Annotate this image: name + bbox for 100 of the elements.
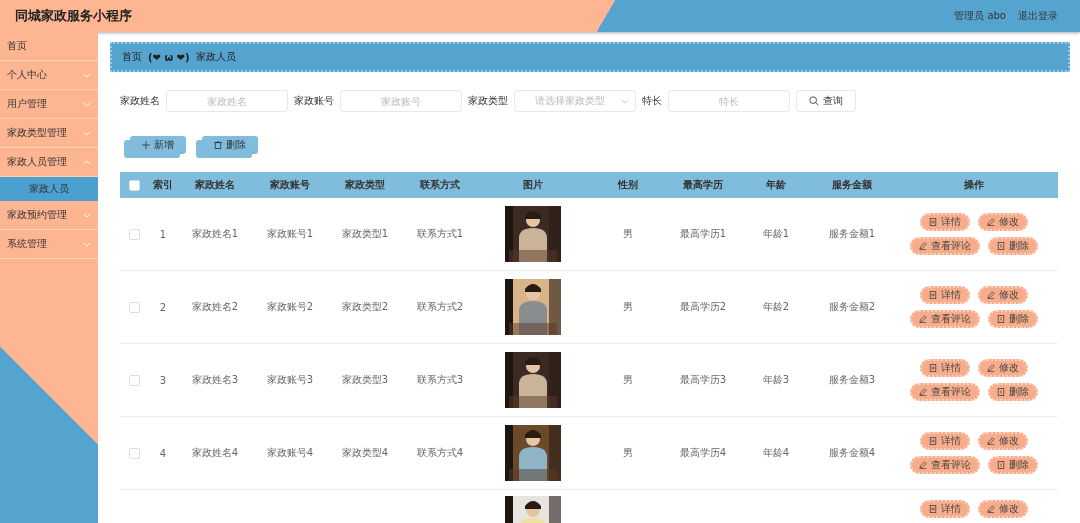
column-header: 家政账号 — [270, 178, 310, 192]
pen-icon — [987, 291, 995, 299]
table-cell: 年龄1 — [762, 227, 790, 241]
row-action-button[interactable]: 详情 — [920, 286, 970, 304]
search-field[interactable]: 家政账号 — [340, 90, 462, 112]
table-cell: 最高学历4 — [679, 446, 727, 460]
row-action-button[interactable]: 查看评论 — [910, 456, 980, 474]
trash-icon — [214, 141, 222, 149]
table-cell: 家政类型3 — [341, 373, 389, 387]
table-cell: 2 — [159, 301, 167, 313]
table-cell: 家政类型1 — [341, 227, 389, 241]
table-cell: 男 — [623, 300, 633, 314]
pen-icon — [919, 461, 927, 469]
table-cell: 家政账号2 — [266, 300, 314, 314]
table-cell: 年龄2 — [762, 300, 790, 314]
document-icon — [929, 364, 937, 372]
row-action-button[interactable]: 修改 — [978, 500, 1028, 518]
app-title: 同城家政服务小程序 — [15, 7, 132, 25]
table-cell: 家政类型4 — [341, 446, 389, 460]
table-cell: 家政账号4 — [266, 446, 314, 460]
row-action-button[interactable]: 删除 — [988, 237, 1038, 255]
row-checkbox[interactable] — [128, 374, 140, 386]
table-cell: 联系方式4 — [416, 446, 464, 460]
table-cell: 年龄4 — [762, 446, 790, 460]
caret-icon — [621, 98, 629, 104]
trash-icon — [997, 315, 1005, 323]
column-header: 服务金额 — [832, 178, 872, 192]
row-action-button[interactable]: 修改 — [978, 286, 1028, 304]
table-cell: 男 — [623, 446, 633, 460]
column-header: 图片 — [523, 178, 543, 192]
row-action-button[interactable]: 查看评论 — [910, 383, 980, 401]
table-cell: 年龄3 — [762, 373, 790, 387]
table-cell: 家政姓名4 — [191, 446, 239, 460]
column-header: 家政姓名 — [195, 178, 235, 192]
plus-icon — [142, 141, 150, 149]
table-cell: 服务金额2 — [828, 300, 876, 314]
field-label: 家政类型 — [468, 94, 508, 108]
search-field[interactable]: 特长 — [668, 90, 790, 112]
table-cell: 家政类型2 — [341, 300, 389, 314]
row-action-button[interactable]: 删除 — [988, 456, 1038, 474]
row-action-button[interactable]: 详情 — [920, 432, 970, 450]
pen-icon — [919, 388, 927, 396]
row-action-button[interactable]: 详情 — [920, 500, 970, 518]
logout-link[interactable]: 退出登录 — [1018, 9, 1058, 23]
table-cell: 服务金额4 — [828, 446, 876, 460]
row-action-button[interactable]: 详情 — [920, 213, 970, 231]
column-header: 家政类型 — [345, 178, 385, 192]
search-icon — [809, 96, 819, 106]
column-header: 操作 — [964, 178, 984, 192]
row-action-button[interactable]: 修改 — [978, 213, 1028, 231]
table-cell: 联系方式3 — [416, 373, 464, 387]
table-cell: 最高学历3 — [679, 373, 727, 387]
column-header: 性别 — [618, 178, 638, 192]
column-header: 最高学历 — [683, 178, 723, 192]
breadcrumb-separator: (❤ ω ❤) — [148, 51, 190, 63]
pen-icon — [987, 218, 995, 226]
select-all-checkbox[interactable] — [128, 179, 140, 191]
table-cell: 4 — [159, 447, 167, 459]
table-cell: 家政姓名1 — [191, 227, 239, 241]
row-action-button[interactable]: 查看评论 — [910, 310, 980, 328]
field-label: 家政账号 — [294, 94, 334, 108]
table-cell: 联系方式2 — [416, 300, 464, 314]
table-cell: 3 — [159, 374, 167, 386]
row-action-button[interactable]: 删除 — [988, 310, 1038, 328]
table-cell: 最高学历2 — [679, 300, 727, 314]
document-icon — [929, 437, 937, 445]
row-action-button[interactable]: 修改 — [978, 359, 1028, 377]
table-cell: 家政账号1 — [266, 227, 314, 241]
sidebar-subitem[interactable]: 家政人员 — [0, 177, 98, 201]
table-cell: 服务金额1 — [828, 227, 876, 241]
table-cell: 家政姓名2 — [191, 300, 239, 314]
column-header: 联系方式 — [420, 178, 460, 192]
row-action-button[interactable]: 修改 — [978, 432, 1028, 450]
field-label: 家政姓名 — [120, 94, 160, 108]
document-icon — [929, 505, 937, 513]
admin-user-label: 管理员 abo — [954, 9, 1006, 23]
row-checkbox[interactable] — [128, 301, 140, 313]
table-cell: 服务金额3 — [828, 373, 876, 387]
row-action-button[interactable]: 详情 — [920, 359, 970, 377]
table-cell: 1 — [159, 228, 167, 240]
table-cell: 联系方式1 — [416, 227, 464, 241]
search-button[interactable]: 查询 — [796, 90, 856, 112]
row-action-button[interactable]: 删除 — [988, 383, 1038, 401]
document-icon — [929, 291, 937, 299]
table-cell: 男 — [623, 227, 633, 241]
row-checkbox[interactable] — [128, 228, 140, 240]
row-action-button[interactable]: 查看评论 — [910, 237, 980, 255]
table-cell: 家政账号3 — [266, 373, 314, 387]
row-checkbox[interactable] — [128, 447, 140, 459]
breadcrumb-home-link[interactable]: 首页 — [122, 50, 142, 64]
column-header: 索引 — [153, 178, 173, 192]
document-icon — [929, 218, 937, 226]
trash-icon — [997, 388, 1005, 396]
pen-icon — [987, 364, 995, 372]
trash-icon — [997, 461, 1005, 469]
search-field[interactable]: 家政姓名 — [166, 90, 288, 112]
field-label: 特长 — [642, 94, 662, 108]
pen-icon — [987, 437, 995, 445]
pen-icon — [919, 242, 927, 250]
column-header: 年龄 — [766, 178, 786, 192]
